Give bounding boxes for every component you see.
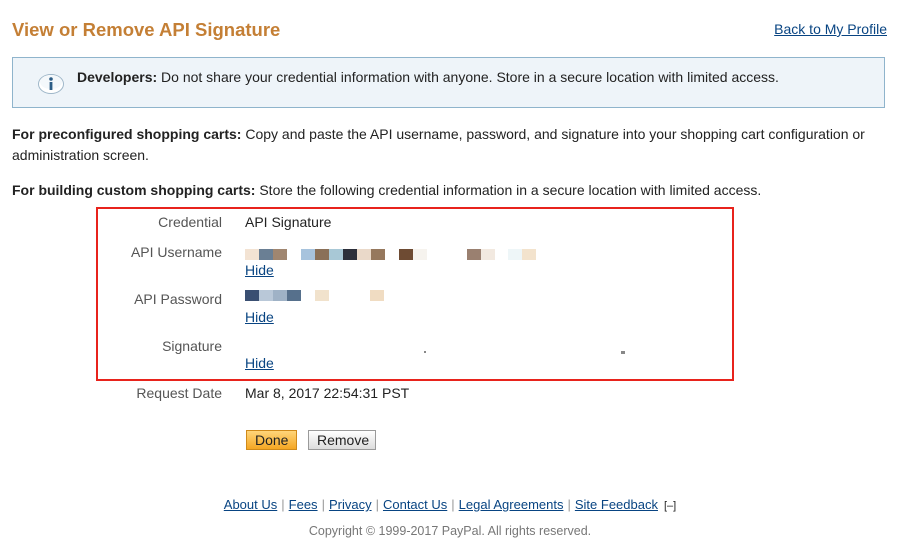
footer-link-about-us[interactable]: About Us <box>224 497 277 512</box>
custom-label: For building custom shopping carts: <box>12 182 256 198</box>
preconfigured-label: For preconfigured shopping carts: <box>12 126 242 142</box>
footer-separator: | <box>321 497 325 512</box>
info-icon <box>38 74 64 94</box>
request-date-value: Mar 8, 2017 22:54:31 PST <box>245 385 410 401</box>
footer-link-fees[interactable]: Fees <box>289 497 318 512</box>
custom-text: Store the following credential informati… <box>255 182 762 198</box>
preconfigured-instructions: For preconfigured shopping carts: Copy a… <box>12 124 887 166</box>
done-button[interactable]: Done <box>246 430 297 450</box>
request-date-label: Request Date <box>136 385 222 401</box>
copyright-text: Copyright © 1999-2017 PayPal. All rights… <box>308 524 592 538</box>
footer-link-legal-agreements[interactable]: Legal Agreements <box>459 497 564 512</box>
footer-link-contact-us[interactable]: Contact Us <box>383 497 447 512</box>
hide-password-link[interactable]: Hide <box>245 309 274 325</box>
developer-notice: Developers: Do not share your credential… <box>12 57 885 108</box>
api-password-label: API Password <box>134 291 222 307</box>
footer-link-privacy[interactable]: Privacy <box>329 497 372 512</box>
footer-separator: | <box>451 497 455 512</box>
footer-separator: | <box>281 497 285 512</box>
credential-value: API Signature <box>245 214 332 230</box>
notice-text: Developers: Do not share your credential… <box>77 69 779 85</box>
footer-link-site-feedback[interactable]: Site Feedback <box>575 497 658 512</box>
footer-separator: | <box>375 497 379 512</box>
credential-label: Credential <box>158 214 222 230</box>
notice-label: Developers: <box>77 69 158 85</box>
hide-signature-link[interactable]: Hide <box>245 355 274 371</box>
hide-username-link[interactable]: Hide <box>245 262 274 278</box>
custom-instructions: For building custom shopping carts: Stor… <box>12 180 887 201</box>
signature-label: Signature <box>162 338 222 354</box>
footer-separator: | <box>567 497 571 512</box>
remove-button[interactable]: Remove <box>308 430 376 450</box>
api-username-label: API Username <box>130 244 222 260</box>
footer-links: About Us | Fees | Privacy | Contact Us | Legal A… <box>0 497 900 512</box>
footer-collapse-toggle[interactable]: [–] <box>664 500 676 512</box>
back-to-profile-link[interactable]: Back to My Profile <box>774 21 887 37</box>
notice-message: Do not share your credential information… <box>157 69 779 85</box>
page-title: View or Remove API Signature <box>12 19 281 40</box>
